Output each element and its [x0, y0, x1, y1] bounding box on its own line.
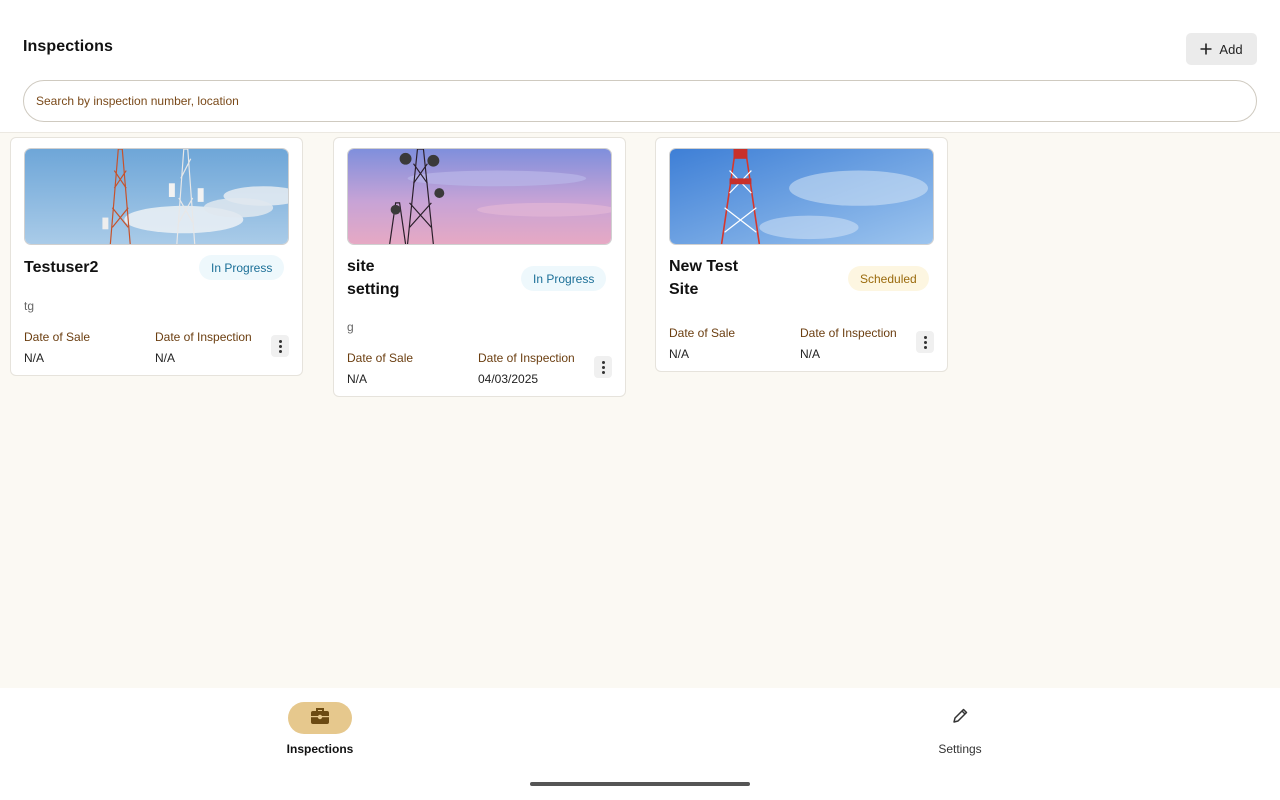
nav-item-settings[interactable]: Settings: [900, 702, 1020, 756]
status-badge: Scheduled: [848, 266, 929, 291]
briefcase-icon: [310, 707, 330, 730]
nav-item-inspections[interactable]: Inspections: [260, 702, 380, 756]
nav-pill: [288, 702, 352, 734]
nav-pill: [928, 702, 992, 734]
pencil-icon: [951, 707, 969, 730]
date-of-sale-label: Date of Sale: [347, 351, 414, 365]
date-of-inspection-value: N/A: [155, 351, 176, 365]
nav-label: Settings: [938, 742, 982, 756]
page-title: Inspections: [23, 38, 114, 55]
status-badge: In Progress: [521, 266, 607, 291]
plus-icon: [1200, 43, 1212, 55]
cell-tower-sunset-image: [347, 148, 612, 245]
radio-tower-image: [669, 148, 934, 245]
more-options-icon[interactable]: [594, 356, 612, 378]
search-input[interactable]: [24, 81, 1256, 121]
date-of-sale-value: N/A: [347, 372, 368, 386]
inspection-card[interactable]: Testuser2 In Progress tg Date of Sale N/…: [10, 137, 303, 376]
date-of-inspection-value: 04/03/2025: [478, 372, 539, 386]
date-of-inspection-label: Date of Inspection: [155, 330, 252, 344]
date-of-sale-value: N/A: [24, 351, 45, 365]
card-description: g: [347, 320, 354, 334]
card-description: tg: [24, 299, 35, 313]
date-of-sale-value: N/A: [669, 347, 690, 361]
nav-label: Inspections: [286, 742, 354, 756]
inspection-card[interactable]: New Test Site Scheduled Date of Sale N/A…: [655, 137, 948, 372]
card-title: Testuser2: [24, 259, 99, 276]
date-of-inspection-label: Date of Inspection: [800, 326, 897, 340]
add-button-label: Add: [1219, 41, 1243, 57]
inspection-list: Testuser2 In Progress tg Date of Sale N/…: [0, 133, 1280, 688]
status-badge: In Progress: [199, 255, 285, 280]
inspection-card[interactable]: site setting In Progress g Date of Sale …: [333, 137, 626, 397]
card-title: New Test Site: [669, 258, 739, 298]
more-options-icon[interactable]: [271, 335, 289, 357]
date-of-inspection-value: N/A: [800, 347, 821, 361]
home-indicator[interactable]: [530, 782, 750, 786]
app-header: Inspections Add: [0, 0, 1280, 133]
date-of-sale-label: Date of Sale: [669, 326, 736, 340]
cell-tower-image: [24, 148, 289, 245]
date-of-inspection-label: Date of Inspection: [478, 351, 575, 365]
search-bar[interactable]: [23, 80, 1257, 122]
more-options-icon[interactable]: [916, 331, 934, 353]
add-button[interactable]: Add: [1186, 33, 1257, 65]
date-of-sale-label: Date of Sale: [24, 330, 91, 344]
card-title: site setting: [347, 258, 400, 298]
